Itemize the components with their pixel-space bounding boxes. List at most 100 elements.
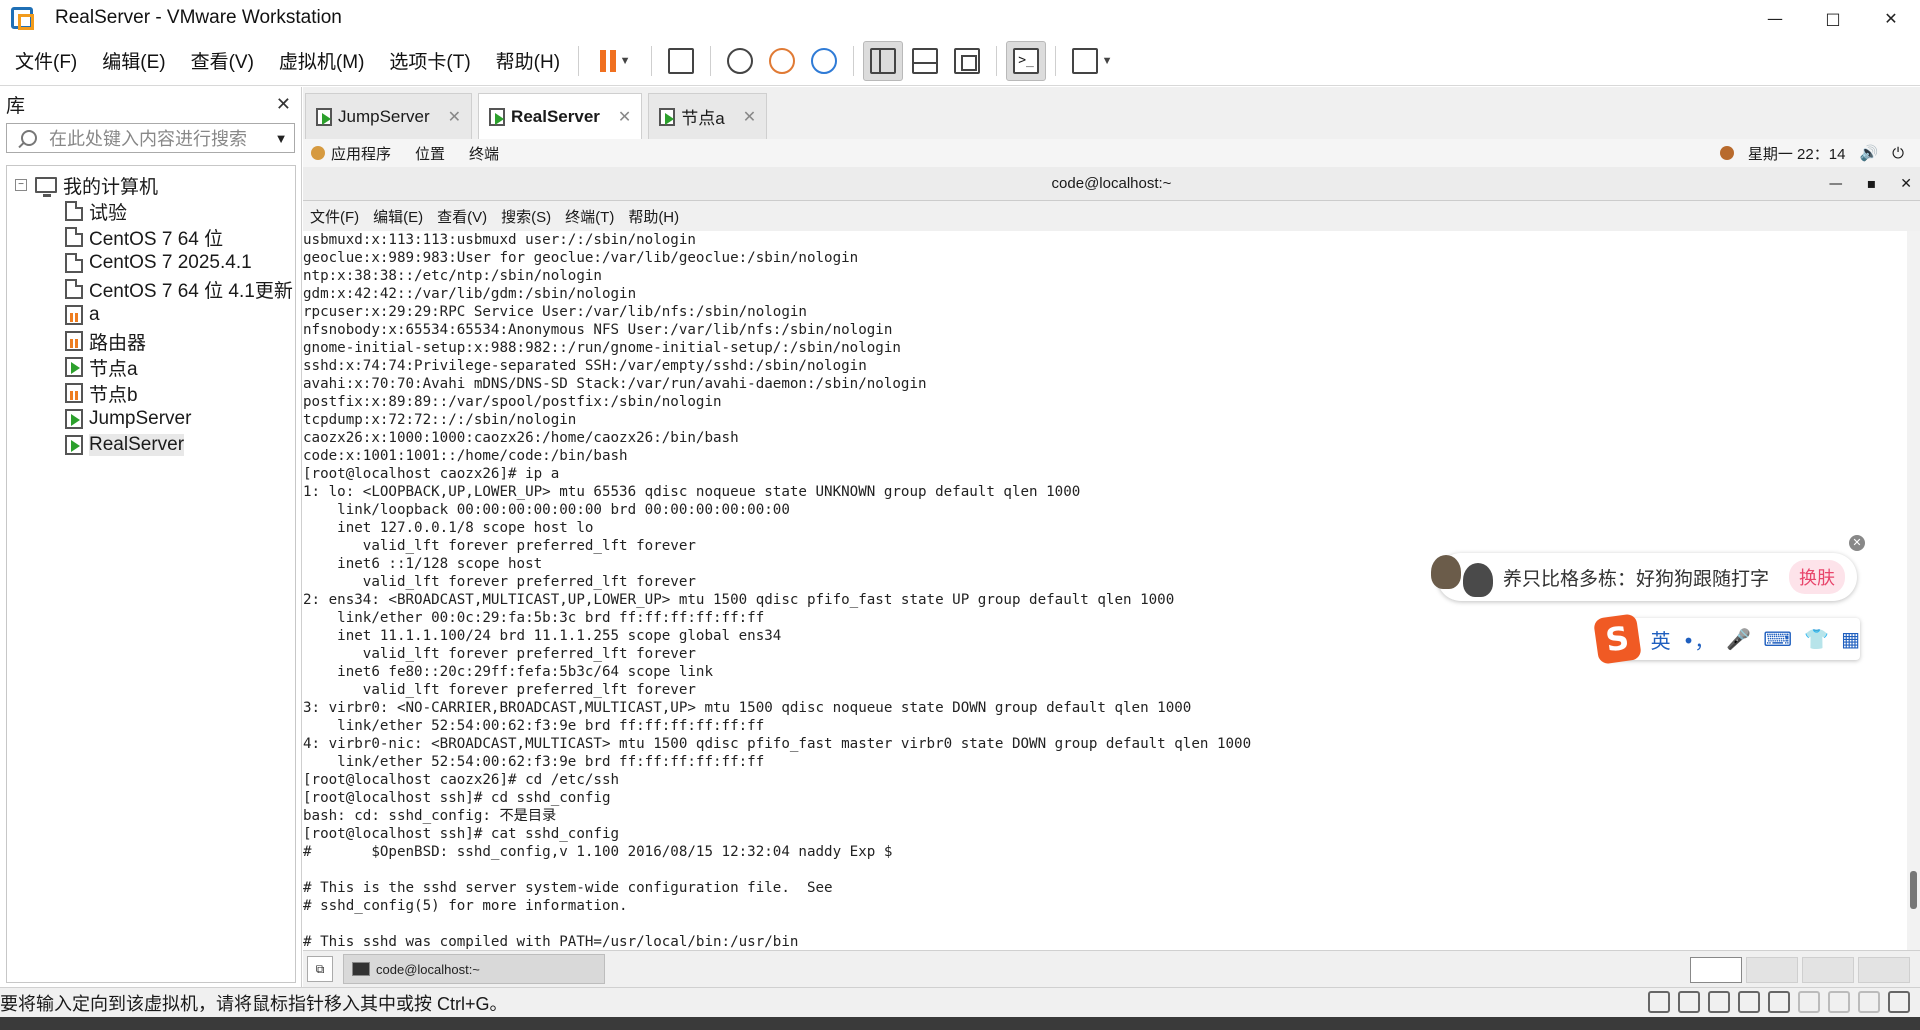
tab-realserver[interactable]: RealServer ✕ [478, 93, 643, 139]
cd-dvd-icon[interactable] [1678, 991, 1700, 1013]
ime-promo-close-button[interactable]: ✕ [1849, 535, 1865, 551]
tab-jumpserver[interactable]: JumpServer ✕ [305, 93, 473, 139]
vm-running-icon [65, 435, 83, 455]
tree-item-vm[interactable]: 节点a [7, 354, 295, 380]
power-icon[interactable]: ⏻ [1892, 145, 1904, 162]
tab-label: RealServer [511, 106, 600, 126]
snapshot-manager-button[interactable] [804, 41, 844, 81]
show-thumbnail-button[interactable] [905, 41, 945, 81]
full-screen-button[interactable] [947, 41, 987, 81]
scrollbar-thumb[interactable] [1910, 871, 1917, 909]
tree-item-vm[interactable]: 路由器 [7, 328, 295, 354]
sogou-logo-icon[interactable]: S [1593, 613, 1642, 665]
terminal-line: gnome-initial-setup:x:988:982::/run/gnom… [303, 340, 901, 356]
close-button[interactable]: ✕ [1862, 0, 1920, 36]
gnome-clock[interactable]: 星期一 22：14 [1748, 143, 1846, 164]
gnome-terminal-menu[interactable]: 终端 [469, 143, 499, 164]
host-taskbar-strip [0, 1017, 1920, 1030]
tree-item-vm[interactable]: 节点b [7, 380, 295, 406]
terminal-menu-search[interactable]: 搜索(S) [501, 206, 551, 227]
skin-icon[interactable]: 👕 [1804, 627, 1829, 651]
library-search-input[interactable]: 在此处键入内容进行搜索 ▼ [6, 123, 295, 153]
workspace-4[interactable] [1858, 957, 1910, 983]
tree-item-vm[interactable]: JumpServer [7, 406, 295, 432]
send-ctrl-alt-del-button[interactable] [661, 41, 701, 81]
ime-skin-button[interactable]: 换肤 [1789, 560, 1845, 594]
maximize-button[interactable]: □ [1804, 0, 1862, 36]
workspace-2[interactable] [1746, 957, 1798, 983]
ime-lang-toggle[interactable]: 英 [1651, 625, 1671, 654]
printer-icon[interactable] [1858, 991, 1880, 1013]
library-header: 库 ✕ [0, 87, 301, 121]
show-desktop-button[interactable]: ⧉ [307, 956, 333, 982]
terminal-menu-help[interactable]: 帮助(H) [628, 206, 679, 227]
user-avatar-icon[interactable] [1719, 146, 1734, 160]
toolbox-icon[interactable]: ▦ [1841, 627, 1860, 651]
minimize-button[interactable]: — [1746, 0, 1804, 36]
tab-node-a[interactable]: 节点a ✕ [648, 93, 768, 139]
chevron-down-icon[interactable]: ▼ [268, 131, 294, 146]
tab-close-icon[interactable]: ✕ [448, 107, 461, 127]
library-close-button[interactable]: ✕ [276, 94, 291, 115]
terminal-menu-file[interactable]: 文件(F) [310, 206, 359, 227]
tree-item-vm[interactable]: CentOS 7 64 位 4.1更新 [7, 276, 295, 302]
terminal-scrollbar[interactable] [1907, 231, 1920, 950]
tree-item-vm[interactable]: CentOS 7 64 位 [7, 224, 295, 250]
sound-card-icon[interactable] [1768, 991, 1790, 1013]
stretch-icon [1071, 47, 1098, 74]
workspace-1[interactable] [1690, 957, 1742, 983]
window-controls: — □ ✕ [1746, 0, 1920, 36]
gnome-places-menu[interactable]: 位置 [415, 143, 445, 164]
gnome-applications-menu[interactable]: 应用程序 [331, 143, 391, 164]
network-adapter-icon[interactable] [1708, 991, 1730, 1013]
tab-close-icon[interactable]: ✕ [743, 107, 756, 127]
tree-item-vm[interactable]: a [7, 302, 295, 328]
menu-view[interactable]: 查看(V) [176, 47, 264, 74]
taskbar-window-button[interactable]: code@localhost:~ [343, 954, 605, 984]
vm-suspended-icon [65, 383, 83, 403]
menu-vm[interactable]: 虚拟机(M) [264, 47, 374, 74]
tree-root-my-computer[interactable]: − 我的计算机 [7, 172, 295, 198]
terminal-line: [root@localhost caozx26]# ip a [303, 466, 560, 482]
vm-running-icon [659, 107, 676, 126]
terminal-menu-terminal[interactable]: 终端(T) [565, 206, 614, 227]
menu-file[interactable]: 文件(F) [0, 47, 87, 74]
keyboard-icon[interactable]: ⌨ [1763, 627, 1792, 651]
wireless-icon[interactable] [1798, 991, 1820, 1013]
console-view-button[interactable]: >_ [1006, 40, 1047, 81]
menu-tabs[interactable]: 选项卡(T) [374, 47, 480, 74]
usb-icon[interactable] [1738, 991, 1760, 1013]
message-log-icon[interactable] [1888, 991, 1910, 1013]
hard-disk-icon[interactable] [1648, 991, 1670, 1013]
terminal-menu-view[interactable]: 查看(V) [437, 206, 487, 227]
collapse-icon[interactable]: − [15, 179, 27, 191]
vm-running-icon [65, 357, 83, 377]
tree-item-vm[interactable]: 试验 [7, 198, 295, 224]
tree-item-vm-selected[interactable]: RealServer [7, 432, 295, 458]
vm-icon [65, 227, 83, 247]
snapshot-button[interactable] [720, 41, 760, 81]
suspend-button[interactable]: ▼ [588, 41, 642, 81]
tree-item-vm[interactable]: CentOS 7 2025.4.1 [7, 250, 295, 276]
search-icon [21, 130, 37, 146]
terminal-line: gdm:x:42:42::/var/lib/gdm:/sbin/nologin [303, 286, 637, 302]
workspace-3[interactable] [1802, 957, 1854, 983]
ime-punctuation-toggle[interactable]: •， [1683, 625, 1715, 654]
tab-close-icon[interactable]: ✕ [618, 107, 631, 127]
terminal-minimize-button[interactable]: — [1829, 176, 1843, 192]
terminal-icon [352, 962, 370, 976]
menu-edit[interactable]: 编辑(E) [87, 47, 175, 74]
show-library-button[interactable] [863, 40, 904, 81]
usb-controller-icon[interactable] [1828, 991, 1850, 1013]
microphone-icon[interactable]: 🎤 [1726, 627, 1751, 651]
stretch-button[interactable]: ▼ [1065, 41, 1119, 81]
terminal-close-button[interactable]: ✕ [1900, 176, 1912, 192]
terminal-menu-edit[interactable]: 编辑(E) [373, 206, 423, 227]
volume-icon[interactable]: 🔊 [1859, 144, 1878, 162]
terminal-maximize-button[interactable]: ▪ [1867, 176, 1877, 192]
menu-toolbar: 文件(F) 编辑(E) 查看(V) 虚拟机(M) 选项卡(T) 帮助(H) ▼ … [0, 36, 1920, 86]
menu-help[interactable]: 帮助(H) [481, 47, 570, 74]
revert-snapshot-button[interactable] [762, 41, 802, 81]
gnome-bottom-panel: ⧉ code@localhost:~ [303, 950, 1920, 987]
ime-promo-card[interactable]: 养只比格多栋：好狗狗跟随打字 换肤 [1431, 553, 1857, 601]
